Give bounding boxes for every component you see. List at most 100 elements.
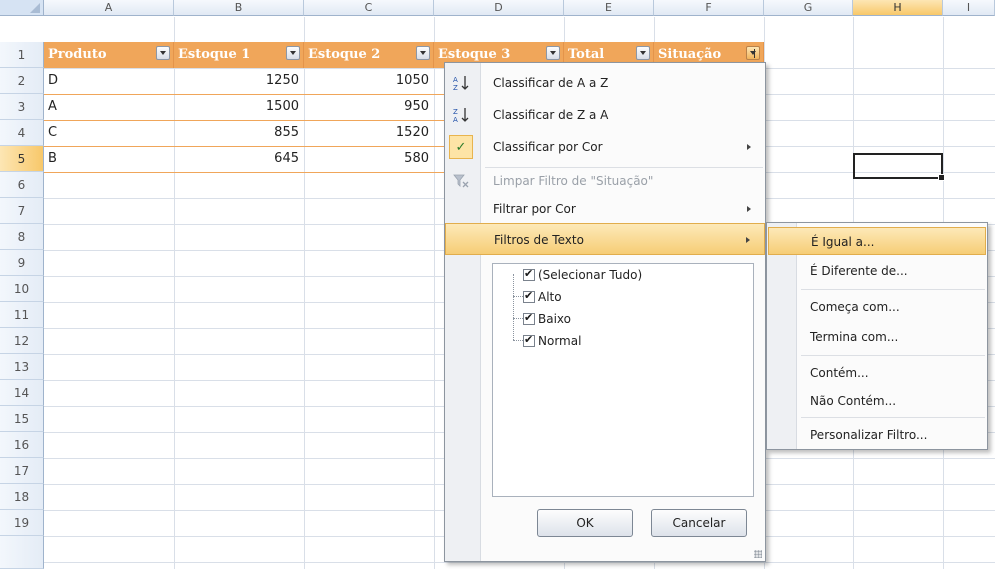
cell-a4[interactable]: C	[44, 120, 174, 146]
submenu-not-equals[interactable]: É Diferente de...	[768, 257, 986, 285]
cell-b4[interactable]: 855	[174, 120, 304, 146]
filter-dropdown-total[interactable]	[636, 46, 650, 60]
submenu-equals[interactable]: É Igual a...	[768, 227, 986, 255]
cell-a5[interactable]: B	[44, 146, 174, 172]
filter-dropdown-estoque1[interactable]	[286, 46, 300, 60]
row-header-16[interactable]: 16	[0, 432, 44, 458]
filter-dropdown-situacao[interactable]	[746, 46, 760, 60]
menu-label: Filtros de Texto	[494, 233, 584, 247]
menu-sort-by-color[interactable]: ✓ Classificar por Cor	[445, 131, 765, 163]
column-header-b[interactable]: B	[174, 0, 304, 16]
resize-grip-icon[interactable]	[754, 550, 762, 558]
column-header-a[interactable]: A	[44, 0, 174, 16]
submenu-ends-with[interactable]: Termina com...	[768, 323, 986, 351]
cell-b3[interactable]: 1500	[174, 94, 304, 120]
checkbox-label: Alto	[538, 290, 562, 304]
cell-c5[interactable]: 580	[304, 146, 434, 172]
submenu-arrow-icon	[747, 144, 751, 150]
checkbox-label: (Selecionar Tudo)	[538, 268, 643, 282]
menu-label: Contém...	[810, 366, 869, 380]
clear-filter-icon	[449, 169, 473, 193]
menu-filter-by-color[interactable]: Filtrar por Cor	[445, 193, 765, 225]
svg-text:Z: Z	[453, 108, 458, 116]
active-cell-h5[interactable]	[853, 153, 945, 181]
checkbox-baixo[interactable]: Baixo	[523, 308, 571, 330]
menu-label: Termina com...	[810, 330, 899, 344]
menu-sort-z-to-a[interactable]: ZA Classificar de Z a A	[445, 99, 765, 131]
menu-label: Personalizar Filtro...	[810, 428, 928, 442]
menu-label: Não Contém...	[810, 394, 897, 408]
submenu-not-contains[interactable]: Não Contém...	[768, 387, 986, 415]
menu-text-filters[interactable]: Filtros de Texto	[445, 223, 765, 255]
filter-values-list[interactable]: (Selecionar Tudo) Alto Baixo Normal	[492, 263, 754, 497]
checkbox-checked-icon	[523, 311, 535, 325]
row-header-7[interactable]: 7	[0, 198, 44, 224]
cell-b5[interactable]: 645	[174, 146, 304, 172]
column-header-c[interactable]: C	[304, 0, 434, 16]
submenu-arrow-icon	[746, 237, 750, 243]
sort-descending-icon: ZA	[449, 103, 473, 127]
column-header-g[interactable]: G	[764, 0, 853, 16]
menu-label: É Diferente de...	[810, 264, 908, 278]
column-header-f[interactable]: F	[654, 0, 764, 16]
row-header-17[interactable]: 17	[0, 458, 44, 484]
row-header-14[interactable]: 14	[0, 380, 44, 406]
row-header-1[interactable]: 1	[0, 42, 44, 68]
checkbox-label: Normal	[538, 334, 582, 348]
filter-dropdown-estoque2[interactable]	[416, 46, 430, 60]
header-cell-estoque1[interactable]: Estoque 1	[174, 42, 304, 68]
cell-a2[interactable]: D	[44, 68, 174, 94]
svg-text:A: A	[453, 76, 458, 84]
checkbox-checked-icon	[523, 289, 535, 303]
header-cell-estoque2[interactable]: Estoque 2	[304, 42, 434, 68]
checkmark-icon: ✓	[449, 135, 473, 159]
cell-c3[interactable]: 950	[304, 94, 434, 120]
column-header-d[interactable]: D	[434, 0, 564, 16]
checkbox-checked-icon	[523, 333, 535, 347]
column-header-e[interactable]: E	[564, 0, 654, 16]
menu-label: Classificar de Z a A	[493, 108, 609, 122]
row-header-19[interactable]: 19	[0, 510, 44, 536]
select-all-corner[interactable]	[0, 0, 44, 16]
row-header-3[interactable]: 3	[0, 94, 44, 120]
submenu-custom-filter[interactable]: Personalizar Filtro...	[768, 421, 986, 449]
menu-sort-a-to-z[interactable]: AZ Classificar de A a Z	[445, 67, 765, 99]
cell-a3[interactable]: A	[44, 94, 174, 120]
checkbox-select-all[interactable]: (Selecionar Tudo)	[523, 264, 642, 286]
cell-b2[interactable]: 1250	[174, 68, 304, 94]
row-header-5[interactable]: 5	[0, 146, 44, 172]
filter-dropdown-produto[interactable]	[156, 46, 170, 60]
row-header-9[interactable]: 9	[0, 250, 44, 276]
menu-label: Classificar de A a Z	[493, 76, 609, 90]
menu-label: Classificar por Cor	[493, 140, 603, 154]
ok-button[interactable]: OK	[537, 509, 633, 537]
checkbox-normal[interactable]: Normal	[523, 330, 581, 352]
row-header-13[interactable]: 13	[0, 354, 44, 380]
spreadsheet: A B C D E F G H I 1 2 3 4 5 6 7 8 9 10 1…	[0, 0, 995, 569]
filter-dropdown-estoque3[interactable]	[546, 46, 560, 60]
text-filters-submenu: É Igual a... É Diferente de... Começa co…	[766, 222, 988, 450]
menu-label: Começa com...	[810, 300, 900, 314]
menu-label: Filtrar por Cor	[493, 202, 576, 216]
autofilter-menu: AZ Classificar de A a Z ZA Classificar d…	[444, 62, 766, 562]
row-header-11[interactable]: 11	[0, 302, 44, 328]
cell-c2[interactable]: 1050	[304, 68, 434, 94]
submenu-begins-with[interactable]: Começa com...	[768, 293, 986, 321]
row-header-18[interactable]: 18	[0, 484, 44, 510]
checkbox-label: Baixo	[538, 312, 571, 326]
row-header-2[interactable]: 2	[0, 68, 44, 94]
row-header-4[interactable]: 4	[0, 120, 44, 146]
row-header-12[interactable]: 12	[0, 328, 44, 354]
cancel-button[interactable]: Cancelar	[651, 509, 747, 537]
column-header-i[interactable]: I	[943, 0, 995, 16]
row-header-6[interactable]: 6	[0, 172, 44, 198]
checkbox-checked-icon	[523, 267, 535, 281]
row-header-10[interactable]: 10	[0, 276, 44, 302]
row-header-8[interactable]: 8	[0, 224, 44, 250]
header-cell-produto[interactable]: Produto	[44, 42, 174, 68]
checkbox-alto[interactable]: Alto	[523, 286, 562, 308]
column-header-h[interactable]: H	[853, 0, 943, 16]
row-header-15[interactable]: 15	[0, 406, 44, 432]
submenu-contains[interactable]: Contém...	[768, 359, 986, 387]
cell-c4[interactable]: 1520	[304, 120, 434, 146]
